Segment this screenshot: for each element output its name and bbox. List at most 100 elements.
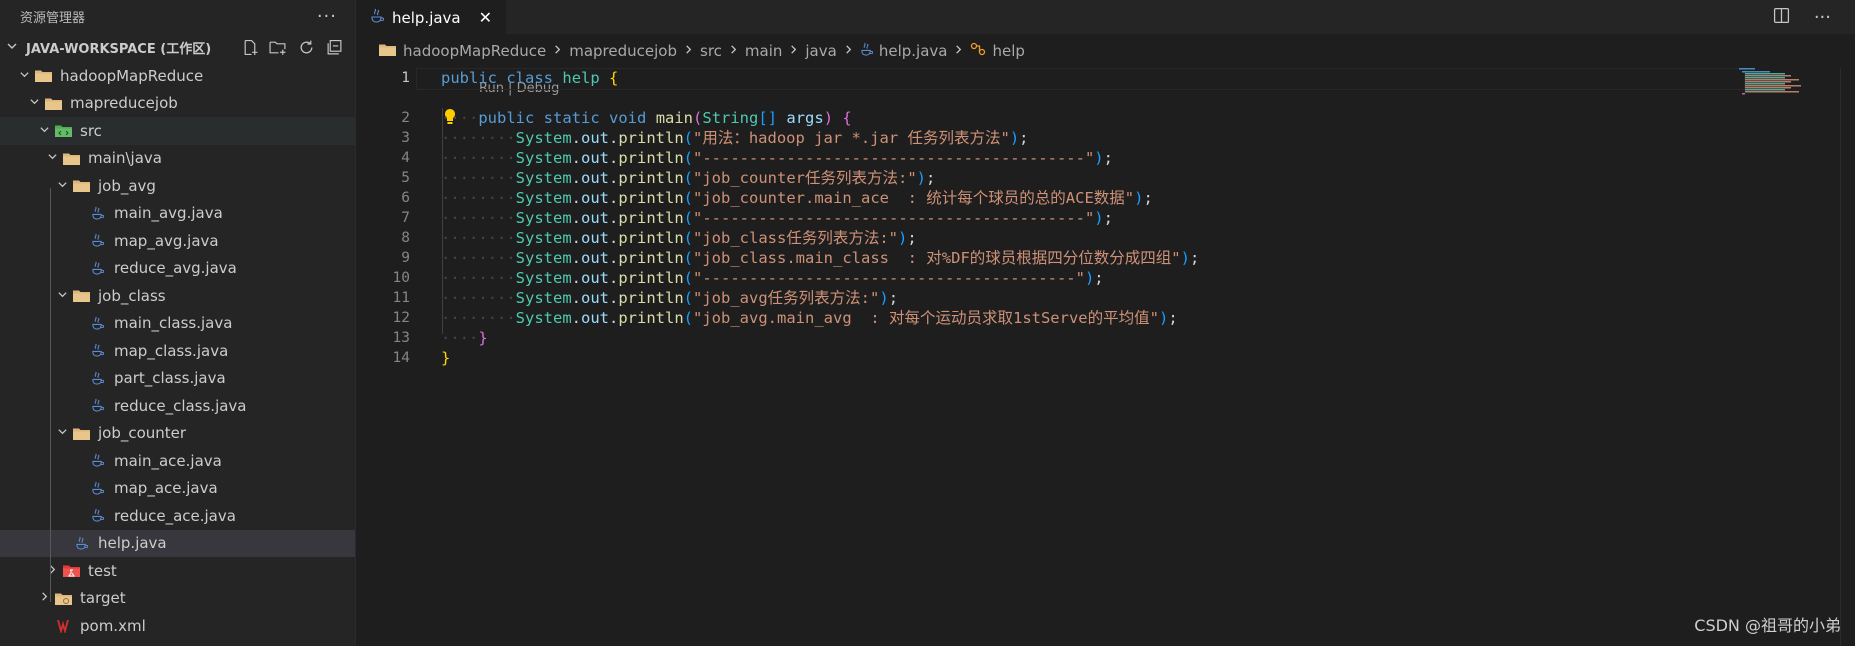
- tree-folder[interactable]: job_avg: [0, 172, 355, 200]
- tree-file[interactable]: main_ace.java: [0, 447, 355, 475]
- tab-label: help.java: [392, 8, 461, 27]
- tree-file[interactable]: reduce_class.java: [0, 392, 355, 420]
- tab-help-java[interactable]: help.java ✕: [356, 0, 507, 34]
- tree-folder[interactable]: hadoopMapReduce: [0, 62, 355, 90]
- tree-folder[interactable]: main\java: [0, 145, 355, 173]
- code-token: .: [571, 209, 581, 227]
- code-line[interactable]: 10 ········System.out.println("----------…: [356, 268, 1855, 288]
- workspace-row[interactable]: JAVA-WORKSPACE (工作区): [0, 32, 355, 62]
- code-token: println: [618, 189, 684, 207]
- tree-folder[interactable]: src: [0, 117, 355, 145]
- code-token: println: [618, 289, 684, 307]
- code-line[interactable]: 7 ········System.out.println("-----------…: [356, 208, 1855, 228]
- tree-item-label: job_avg: [98, 176, 156, 195]
- code-line[interactable]: 2 ····public static void main(String[] ar…: [356, 108, 1855, 128]
- chevron-down-icon[interactable]: [16, 69, 32, 83]
- tree-folder[interactable]: target: [0, 585, 355, 613]
- code-line[interactable]: 4 ········System.out.println("-----------…: [356, 148, 1855, 168]
- code-token: out: [581, 189, 609, 207]
- breadcrumb-item[interactable]: hadoopMapReduce: [378, 42, 546, 61]
- code-token: println: [618, 249, 684, 267]
- code-line[interactable]: 3 ········System.out.println("用法：hadoop j…: [356, 128, 1855, 148]
- code-line[interactable]: 5 ········System.out.println("job_counter…: [356, 168, 1855, 188]
- tree-file[interactable]: part_class.java: [0, 365, 355, 393]
- tree-folder[interactable]: job_class: [0, 282, 355, 310]
- code-token: ): [1158, 309, 1169, 327]
- line-number: 10: [392, 270, 410, 286]
- split-editor-icon[interactable]: [1773, 7, 1790, 28]
- tree-file[interactable]: reduce_ace.java: [0, 502, 355, 530]
- code-token: System: [515, 289, 572, 307]
- breadcrumb-item[interactable]: main: [745, 42, 782, 60]
- folder-src-icon: [52, 123, 74, 138]
- code-editor[interactable]: Run | Debug 1 public class help {2 ····pub…: [356, 68, 1855, 646]
- code-token: ): [879, 289, 889, 307]
- breadcrumb-item[interactable]: mapreducejob: [569, 42, 677, 60]
- minimap[interactable]: [1739, 68, 1819, 96]
- code-line[interactable]: 12 ········System.out.println("job_avg.ma…: [356, 308, 1855, 328]
- chevron-down-icon[interactable]: [54, 289, 70, 303]
- collapse-all-icon[interactable]: [325, 38, 343, 56]
- code-token: ;: [1168, 309, 1178, 327]
- code-token: println: [618, 149, 684, 167]
- chevron-down-icon[interactable]: [26, 96, 42, 110]
- folder-icon: [70, 178, 92, 193]
- more-actions-icon[interactable]: ···: [317, 6, 337, 27]
- new-folder-icon[interactable]: [269, 38, 287, 56]
- code-token: }: [441, 349, 451, 367]
- code-text: ········System.out.println("用法：hadoop ja…: [441, 128, 1029, 148]
- tree-item-label: reduce_ace.java: [114, 506, 236, 525]
- code-line[interactable]: 13 ····}: [356, 328, 1855, 348]
- line-number: 3: [401, 130, 410, 146]
- chevron-down-icon[interactable]: [54, 179, 70, 193]
- breadcrumb-item[interactable]: help: [970, 42, 1025, 60]
- code-token: out: [581, 129, 609, 147]
- chevron-down-icon[interactable]: [44, 151, 60, 165]
- tree-item-label: reduce_class.java: [114, 396, 247, 415]
- tree-file[interactable]: map_ace.java: [0, 475, 355, 503]
- code-token: out: [581, 229, 609, 247]
- code-line[interactable]: 9 ········System.out.println("job_class.m…: [356, 248, 1855, 268]
- code-line[interactable]: 11 ········System.out.println("job_avg任务列…: [356, 288, 1855, 308]
- code-line[interactable]: 14}: [356, 348, 1855, 368]
- tree-file[interactable]: map_class.java: [0, 337, 355, 365]
- chevron-down-icon[interactable]: [36, 124, 52, 138]
- chevron-down-icon[interactable]: [54, 426, 70, 440]
- close-icon[interactable]: ✕: [479, 8, 492, 27]
- tree-file[interactable]: reduce_avg.java: [0, 255, 355, 283]
- breadcrumb-item[interactable]: help.java: [860, 42, 948, 61]
- code-token: out: [581, 209, 609, 227]
- whitespace-marker: ····: [441, 329, 479, 347]
- java-icon: [370, 8, 385, 28]
- whitespace-marker: ········: [441, 169, 516, 187]
- vertical-scrollbar[interactable]: [1840, 68, 1855, 646]
- tree-item-label: help.java: [98, 534, 167, 553]
- breadcrumb-label: help.java: [878, 42, 948, 60]
- tree-file[interactable]: main_class.java: [0, 310, 355, 338]
- tree-file[interactable]: help.java: [0, 529, 355, 557]
- chevron-down-icon[interactable]: [6, 40, 20, 55]
- code-token: (: [683, 249, 694, 267]
- tree-folder[interactable]: job_counter: [0, 420, 355, 448]
- more-actions-icon[interactable]: ···: [1814, 7, 1831, 28]
- code-line[interactable]: 1 public class help {: [356, 68, 1855, 90]
- tree-folder[interactable]: test: [0, 557, 355, 585]
- chevron-right-icon[interactable]: [44, 564, 60, 578]
- maven-icon: [52, 618, 74, 634]
- tree-folder[interactable]: mapreducejob: [0, 90, 355, 118]
- breadcrumb-item[interactable]: src: [700, 42, 722, 60]
- code-line[interactable]: 8 ········System.out.println("job_class任务…: [356, 228, 1855, 248]
- breadcrumb-label: main: [744, 42, 783, 60]
- tree-file[interactable]: pom.xml: [0, 612, 355, 640]
- tree-file[interactable]: map_avg.java: [0, 227, 355, 255]
- code-token: "---------------------------------------…: [693, 269, 1085, 287]
- breadcrumb-item[interactable]: java: [805, 42, 836, 60]
- new-file-icon[interactable]: [241, 38, 259, 56]
- tree-file[interactable]: main_avg.java: [0, 200, 355, 228]
- explorer-title: 资源管理器: [20, 10, 86, 26]
- refresh-icon[interactable]: [297, 38, 315, 56]
- code-token: .: [571, 189, 581, 207]
- explorer-sidebar: 资源管理器 ··· JAVA-WORKSPACE (工作区) hadoopMap…: [0, 0, 356, 646]
- code-line[interactable]: 6 ········System.out.println("job_counter…: [356, 188, 1855, 208]
